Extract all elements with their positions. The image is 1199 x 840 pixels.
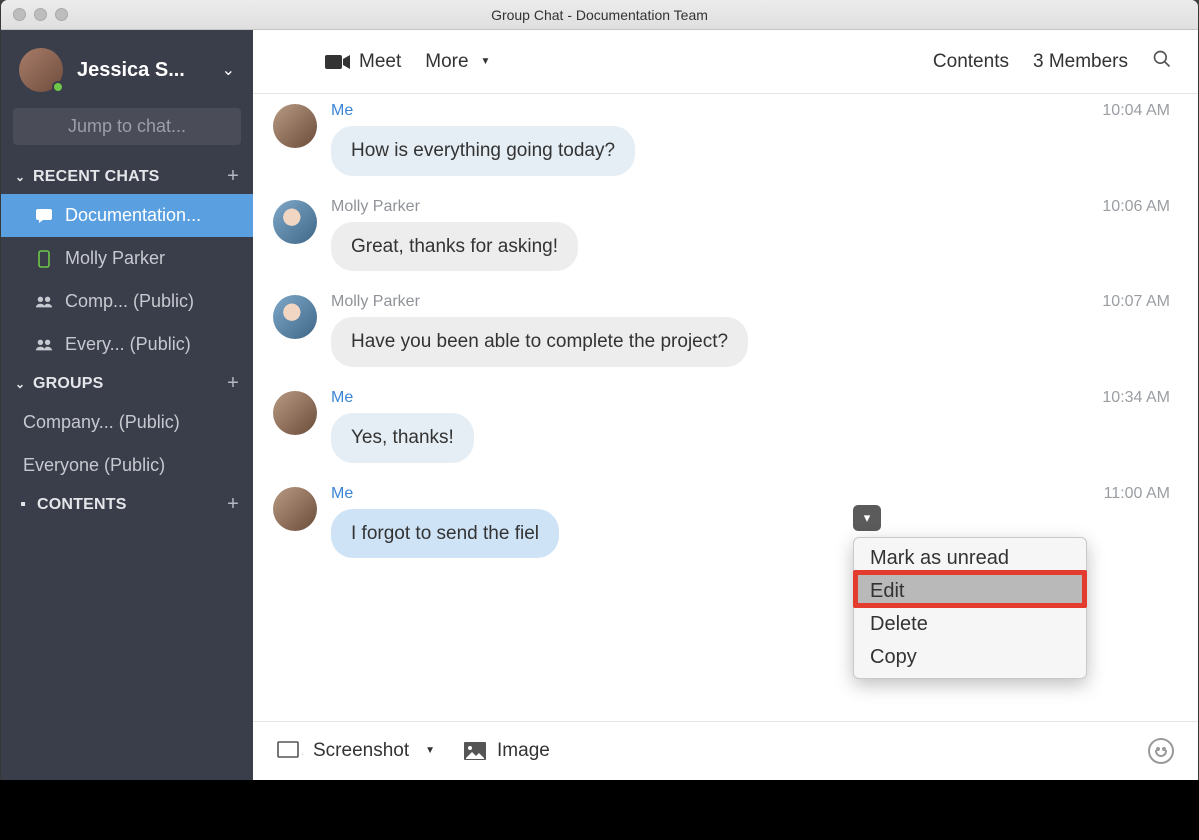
sidebar-item-documentation[interactable]: Documentation... [1, 194, 253, 237]
members-link[interactable]: 3 Members [1033, 51, 1128, 73]
minimize-window-button[interactable] [34, 8, 47, 21]
mobile-icon [35, 250, 53, 268]
message-time: 10:04 AM [1102, 102, 1174, 120]
message-bubble[interactable]: Have you been able to complete the proje… [331, 317, 748, 367]
sender-name: Me [331, 102, 353, 120]
menu-item-mark-unread[interactable]: Mark as unread [854, 542, 1086, 575]
screenshot-button[interactable]: + Screenshot [277, 740, 435, 762]
menu-item-copy[interactable]: Copy [854, 641, 1086, 674]
emoji-button[interactable] [1148, 738, 1174, 764]
section-label: RECENT CHATS [33, 168, 227, 186]
message-actions-toggle[interactable]: ▾ [853, 505, 881, 531]
message-bubble[interactable]: How is everything going today? [331, 126, 635, 176]
sidebar-item-label: Comp... (Public) [65, 291, 194, 312]
message-time: 10:06 AM [1102, 198, 1174, 216]
sidebar-item-company-public[interactable]: Comp... (Public) [1, 280, 253, 323]
chevron-down-icon: ⌄ [15, 377, 33, 391]
search-icon [1152, 49, 1172, 69]
section-header-contents[interactable]: ▪ CONTENTS + [1, 487, 253, 522]
avatar [273, 104, 317, 148]
close-window-button[interactable] [13, 8, 26, 21]
menu-item-delete[interactable]: Delete [854, 608, 1086, 641]
sidebar-item-label: Everyone (Public) [23, 455, 165, 476]
section-label: GROUPS [33, 375, 227, 393]
more-label: More [425, 51, 468, 73]
chevron-down-icon: ⌄ [15, 170, 33, 184]
sidebar: Jessica S... ⌄ Jump to chat... ⌄ RECENT … [1, 30, 253, 780]
screenshot-label: Screenshot [313, 740, 409, 762]
plus-icon[interactable]: + [227, 372, 239, 395]
more-dropdown[interactable]: More [425, 51, 490, 73]
plus-icon[interactable]: + [227, 493, 239, 516]
jump-to-chat-input[interactable]: Jump to chat... [13, 108, 241, 145]
plus-icon[interactable]: + [227, 165, 239, 188]
app-window: Group Chat - Documentation Team Jessica … [1, 0, 1198, 780]
menu-item-edit[interactable]: Edit [854, 575, 1086, 608]
people-icon [35, 295, 53, 309]
sender-name: Molly Parker [331, 293, 420, 311]
message-bubble[interactable]: I forgot to send the fiel [331, 509, 559, 559]
sidebar-group-company[interactable]: Company... (Public) [1, 401, 253, 444]
sidebar-item-label: Every... (Public) [65, 334, 191, 355]
section-header-groups[interactable]: ⌄ GROUPS + [1, 366, 253, 401]
message-list[interactable]: Me 10:04 AM How is everything going toda… [253, 94, 1198, 721]
image-button[interactable]: Image [463, 740, 550, 762]
zoom-window-button[interactable] [55, 8, 68, 21]
chat-toolbar: Meet More Contents 3 Members [253, 30, 1198, 94]
message-row: Molly Parker 10:07 AM Have you been able… [273, 293, 1174, 367]
sender-name: Me [331, 485, 353, 503]
presence-indicator [52, 81, 64, 93]
contents-link[interactable]: Contents [933, 51, 1009, 73]
avatar [273, 200, 317, 244]
image-icon [463, 741, 487, 761]
message-row: Me 11:00 AM I forgot to send the fiel ▾ … [273, 485, 1174, 559]
profile-name: Jessica S... [77, 59, 222, 82]
message-time: 11:00 AM [1104, 485, 1174, 503]
message-bubble[interactable]: Yes, thanks! [331, 413, 474, 463]
context-menu: Mark as unread Edit Delete Copy [853, 537, 1087, 679]
meet-label: Meet [359, 51, 401, 73]
sidebar-item-label: Company... (Public) [23, 412, 180, 433]
message-bubble[interactable]: Great, thanks for asking! [331, 222, 578, 272]
message-row: Me 10:34 AM Yes, thanks! [273, 389, 1174, 463]
profile-header[interactable]: Jessica S... ⌄ [1, 30, 253, 102]
image-label: Image [497, 740, 550, 762]
video-icon [325, 54, 351, 70]
chevron-down-icon [419, 740, 435, 762]
sidebar-item-everyone-public[interactable]: Every... (Public) [1, 323, 253, 366]
screenshot-icon: + [277, 741, 303, 761]
composer: + Screenshot Image [253, 721, 1198, 780]
message-time: 10:34 AM [1102, 389, 1174, 407]
folder-icon: ▪ [15, 496, 31, 514]
titlebar: Group Chat - Documentation Team [1, 0, 1198, 30]
page-letterbox [0, 780, 1199, 840]
sender-name: Molly Parker [331, 198, 420, 216]
meet-button[interactable]: Meet [325, 51, 401, 73]
avatar [273, 295, 317, 339]
avatar [273, 391, 317, 435]
user-avatar [19, 48, 63, 92]
message-row: Me 10:04 AM How is everything going toda… [273, 102, 1174, 176]
svg-text:+: + [302, 746, 303, 761]
search-button[interactable] [1152, 49, 1172, 75]
main-panel: Meet More Contents 3 Members Me [253, 30, 1198, 780]
message-time: 10:07 AM [1102, 293, 1174, 311]
sidebar-item-molly-parker[interactable]: Molly Parker [1, 237, 253, 280]
sidebar-group-everyone[interactable]: Everyone (Public) [1, 444, 253, 487]
sender-name: Me [331, 389, 353, 407]
message-row: Molly Parker 10:06 AM Great, thanks for … [273, 198, 1174, 272]
section-header-recent-chats[interactable]: ⌄ RECENT CHATS + [1, 159, 253, 194]
smile-icon [1155, 750, 1167, 757]
people-icon [35, 338, 53, 352]
sidebar-item-label: Documentation... [65, 205, 201, 226]
window-controls [1, 8, 68, 21]
window-title: Group Chat - Documentation Team [1, 7, 1198, 23]
message-actions: ▾ Mark as unread Edit Delete Copy [853, 505, 1087, 679]
avatar [273, 487, 317, 531]
chat-bubble-icon [35, 208, 53, 224]
sidebar-item-label: Molly Parker [65, 248, 165, 269]
chevron-down-icon: ⌄ [222, 60, 235, 80]
section-label: CONTENTS [37, 496, 227, 514]
chevron-down-icon: ▾ [864, 510, 871, 526]
